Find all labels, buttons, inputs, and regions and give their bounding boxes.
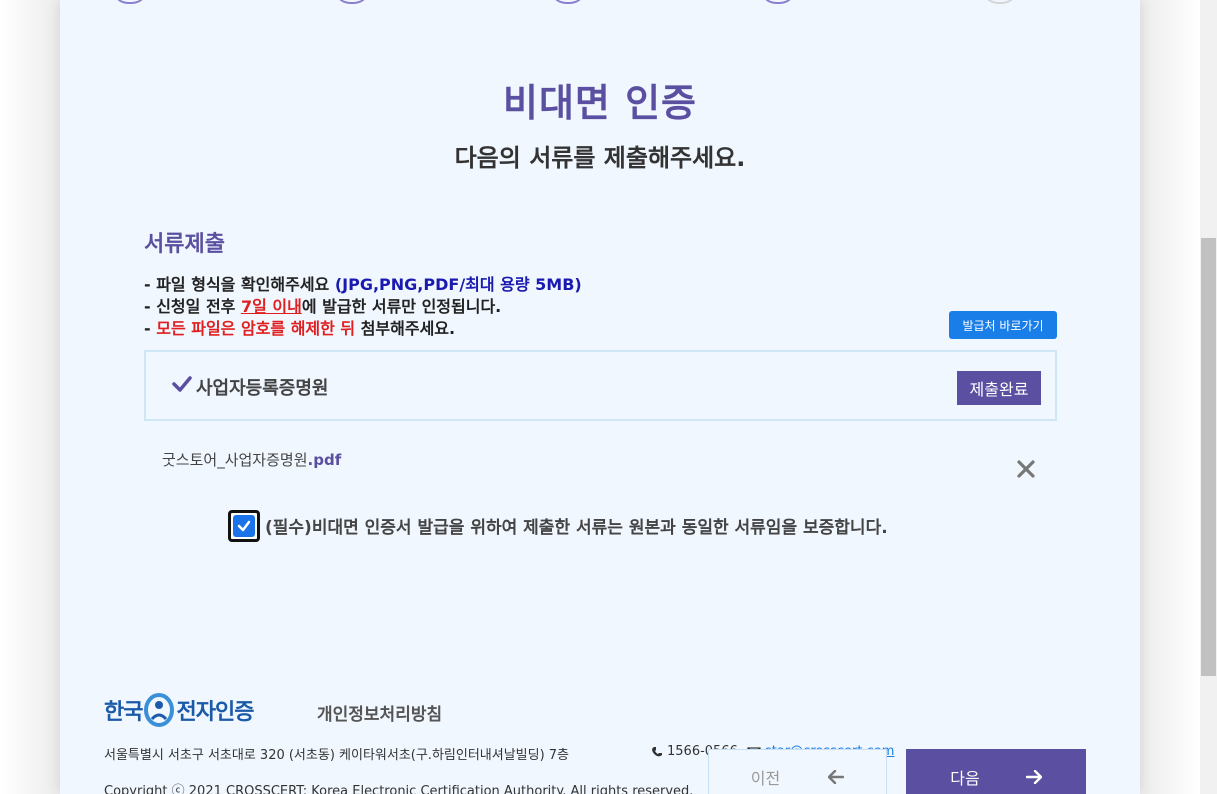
step-dot-4 xyxy=(760,0,796,4)
close-icon[interactable] xyxy=(1015,458,1037,480)
note-password-highlight: 모든 파일은 암호를 해제한 뒤 xyxy=(156,319,356,338)
copyright-text: Copyright ⓒ 2021 CROSSCERT: Korea Electr… xyxy=(104,784,694,794)
verification-card: 비대면 인증 다음의 서류를 제출해주세요. 서류제출 - 파일 형식을 확인해… xyxy=(60,0,1140,794)
page-title: 비대면 인증 xyxy=(502,81,698,125)
privacy-policy-link[interactable]: 개인정보처리방침 xyxy=(317,700,442,725)
next-button-label: 다음 xyxy=(950,768,980,788)
prev-button[interactable]: 이전 xyxy=(708,749,887,794)
phone-icon xyxy=(652,746,662,756)
note-file-format: - 파일 형식을 확인해주세요 (JPG,PNG,PDF/최대 용량 5MB) xyxy=(144,271,582,295)
crosscert-logo: 한국 전자인증 xyxy=(104,690,254,730)
agreement-label[interactable]: (필수)비대면 인증서 발급을 위하여 제출한 서류는 원본과 동일한 서류임을… xyxy=(265,513,888,538)
arrow-right-icon xyxy=(1025,769,1042,784)
submit-complete-button[interactable]: 제출완료 xyxy=(957,371,1041,405)
issuer-shortcut-button[interactable]: 발급처 바로가기 xyxy=(949,311,1057,339)
agreement-checkbox[interactable] xyxy=(228,510,260,542)
note-file-format-text: - 파일 형식을 확인해주세요 xyxy=(144,275,335,294)
note-password-prefix: - xyxy=(144,319,157,338)
scrollbar-thumb[interactable] xyxy=(1201,238,1216,676)
step-indicator xyxy=(60,0,1140,4)
note-issue-date-highlight: 7일 이내 xyxy=(240,297,302,316)
next-button[interactable]: 다음 xyxy=(906,749,1086,794)
note-password: - 모든 파일은 암호를 해제한 뒤 첨부해주세요. xyxy=(144,315,455,339)
checkmark-icon xyxy=(237,520,251,532)
note-issue-date: - 신청일 전후 7일 이내에 발급한 서류만 인정됩니다. xyxy=(144,293,501,317)
uploaded-file: 굿스토어_사업자증명원.pdf xyxy=(162,449,341,470)
page-margin-right xyxy=(1140,0,1200,794)
logo-mark-icon xyxy=(144,693,175,727)
logo-text-right: 전자인증 xyxy=(176,700,254,725)
logo-text-left: 한국 xyxy=(104,700,143,725)
document-label: 사업자등록증명원 xyxy=(196,378,329,399)
section-title: 서류제출 xyxy=(144,232,225,257)
step-dot-3 xyxy=(550,0,586,4)
prev-button-label: 이전 xyxy=(750,768,781,788)
document-item: 사업자등록증명원 제출완료 xyxy=(144,350,1057,421)
file-extension: .pdf xyxy=(307,451,342,469)
file-name-base: 굿스토어_사업자증명원 xyxy=(162,451,308,469)
step-dot-1 xyxy=(112,0,148,4)
note-file-format-highlight: (JPG,PNG,PDF/최대 용량 5MB) xyxy=(334,275,582,294)
note-issue-date-suffix: 에 발급한 서류만 인정됩니다. xyxy=(301,297,502,316)
company-address: 서울특별시 서초구 서초대로 320 (서초동) 케이타워서초(구.하림인터내셔… xyxy=(104,748,570,763)
step-dot-5 xyxy=(982,0,1018,4)
arrow-left-icon xyxy=(828,769,845,784)
page-subtitle: 다음의 서류를 제출해주세요. xyxy=(454,144,746,172)
checkbox-checked-indicator xyxy=(233,515,255,537)
step-dot-2 xyxy=(334,0,370,4)
page-margin-left xyxy=(0,0,60,794)
note-issue-date-prefix: - 신청일 전후 xyxy=(144,297,241,316)
note-password-suffix: 첨부해주세요. xyxy=(355,319,456,338)
check-icon xyxy=(172,376,192,392)
